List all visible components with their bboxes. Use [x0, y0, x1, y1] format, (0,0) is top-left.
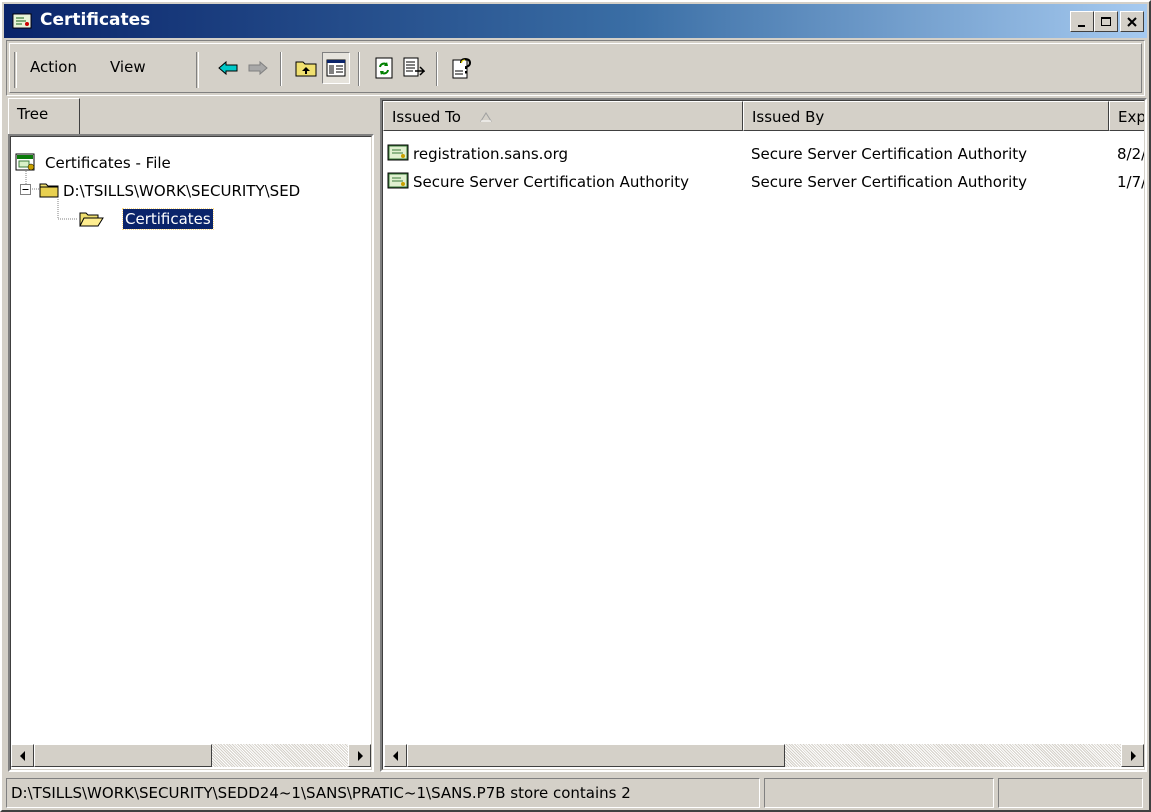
up-folder-icon [295, 61, 317, 77]
arrow-left-icon [392, 750, 398, 761]
toolbar-grip[interactable] [14, 52, 17, 88]
export-list-button[interactable] [400, 52, 428, 84]
close-button[interactable] [1120, 11, 1144, 32]
show-hide-tree-icon [326, 59, 346, 77]
tree-node-file-path[interactable]: D:\TSILLS\WORK\SECURITY\SED [15, 179, 371, 203]
certificate-icon [387, 144, 409, 161]
cell-issued-by: Secure Server Certification Authority [751, 173, 1028, 191]
title-bar[interactable]: Certificates [4, 4, 1147, 38]
forward-button [244, 52, 272, 84]
minimize-button[interactable] [1070, 11, 1094, 32]
minimize-icon [1078, 24, 1085, 27]
toolbar: Action View [6, 40, 1145, 96]
toolbar-grip[interactable] [196, 52, 199, 88]
cell-expiration: 8/2/ [1117, 145, 1145, 163]
status-bar: D:\TSILLS\WORK\SECURITY\SEDD24~1\SANS\PR… [6, 778, 1147, 808]
list-horizontal-scrollbar[interactable] [384, 744, 1144, 767]
folder-icon [39, 183, 59, 198]
column-header-label: Issued To [392, 108, 461, 126]
forward-arrow-icon [248, 60, 268, 76]
open-folder-icon [79, 212, 104, 227]
show-hide-console-tree-button[interactable] [322, 52, 350, 84]
export-list-icon [403, 57, 425, 77]
status-panel [998, 778, 1143, 808]
menu-view-label: View [110, 58, 146, 76]
toolbar-separator [358, 52, 360, 86]
arrow-right-icon [357, 750, 363, 761]
column-header-label: Issued By [752, 108, 825, 126]
tree-node-label: Certificates - File [45, 154, 171, 172]
results-pane: Issued To Issued By Expi [380, 98, 1147, 772]
table-row[interactable]: Secure Server Certification Authority Se… [383, 171, 1145, 199]
tree-node-certificates[interactable]: Certificates [15, 207, 371, 233]
tab-tree-label: Tree [17, 105, 49, 123]
scrollbar-thumb[interactable] [34, 744, 212, 767]
certificate-store-icon [15, 153, 35, 171]
menu-action[interactable]: Action [30, 58, 77, 76]
scroll-left-button[interactable] [11, 744, 34, 767]
back-arrow-icon [218, 60, 238, 76]
help-icon [452, 57, 472, 79]
column-header-expiration[interactable]: Expi [1109, 101, 1145, 131]
scroll-right-button[interactable] [348, 744, 371, 767]
scroll-left-button[interactable] [384, 744, 407, 767]
column-header-issued-by[interactable]: Issued By [743, 101, 1109, 131]
certificate-icon [12, 13, 32, 29]
toolbar-separator [436, 52, 438, 86]
tree-node-certificates-file[interactable]: Certificates - File [15, 151, 371, 175]
certificate-icon [387, 172, 409, 189]
back-button[interactable] [214, 52, 242, 84]
cell-issued-to: registration.sans.org [413, 145, 569, 163]
cell-expiration: 1/7/ [1117, 173, 1145, 191]
scrollbar-thumb[interactable] [407, 744, 785, 767]
close-icon [1127, 16, 1137, 27]
column-header-issued-to[interactable]: Issued To [383, 101, 743, 131]
table-row[interactable]: registration.sans.org Secure Server Cert… [383, 143, 1145, 171]
certificate-list: Issued To Issued By Expi [382, 100, 1145, 770]
refresh-button[interactable] [370, 52, 398, 84]
status-panel [764, 778, 994, 808]
maximize-button[interactable] [1094, 11, 1118, 32]
maximize-icon [1101, 16, 1111, 26]
cell-issued-to: Secure Server Certification Authority [413, 173, 690, 191]
up-one-level-button[interactable] [292, 52, 320, 84]
collapse-icon[interactable] [20, 184, 31, 195]
tab-tree[interactable]: Tree [8, 98, 80, 134]
column-header-label: Expi [1118, 108, 1145, 126]
tree-node-label: D:\TSILLS\WORK\SECURITY\SED [63, 182, 301, 200]
menu-action-label: Action [30, 58, 77, 76]
status-text: D:\TSILLS\WORK\SECURITY\SEDD24~1\SANS\PR… [6, 778, 760, 808]
arrow-right-icon [1130, 750, 1136, 761]
sort-ascending-icon [480, 112, 492, 122]
refresh-icon [375, 57, 393, 79]
menu-view[interactable]: View [110, 58, 146, 76]
console-tree-pane: Certificates - File D:\TSILLS\WORK\SECUR… [8, 134, 374, 772]
toolbar-separator [280, 52, 282, 86]
tree-horizontal-scrollbar[interactable] [11, 744, 371, 767]
tree-node-label-selected: Certificates [122, 208, 214, 230]
certificates-window: Certificates Action View Tree Certificat… [0, 0, 1151, 812]
scroll-right-button[interactable] [1121, 744, 1144, 767]
toolbar-band: Action View [9, 43, 1142, 93]
window-title: Certificates [40, 10, 151, 30]
console-tree: Certificates - File D:\TSILLS\WORK\SECUR… [10, 136, 372, 770]
help-button[interactable] [448, 52, 476, 84]
arrow-left-icon [19, 750, 25, 761]
cell-issued-by: Secure Server Certification Authority [751, 145, 1028, 163]
